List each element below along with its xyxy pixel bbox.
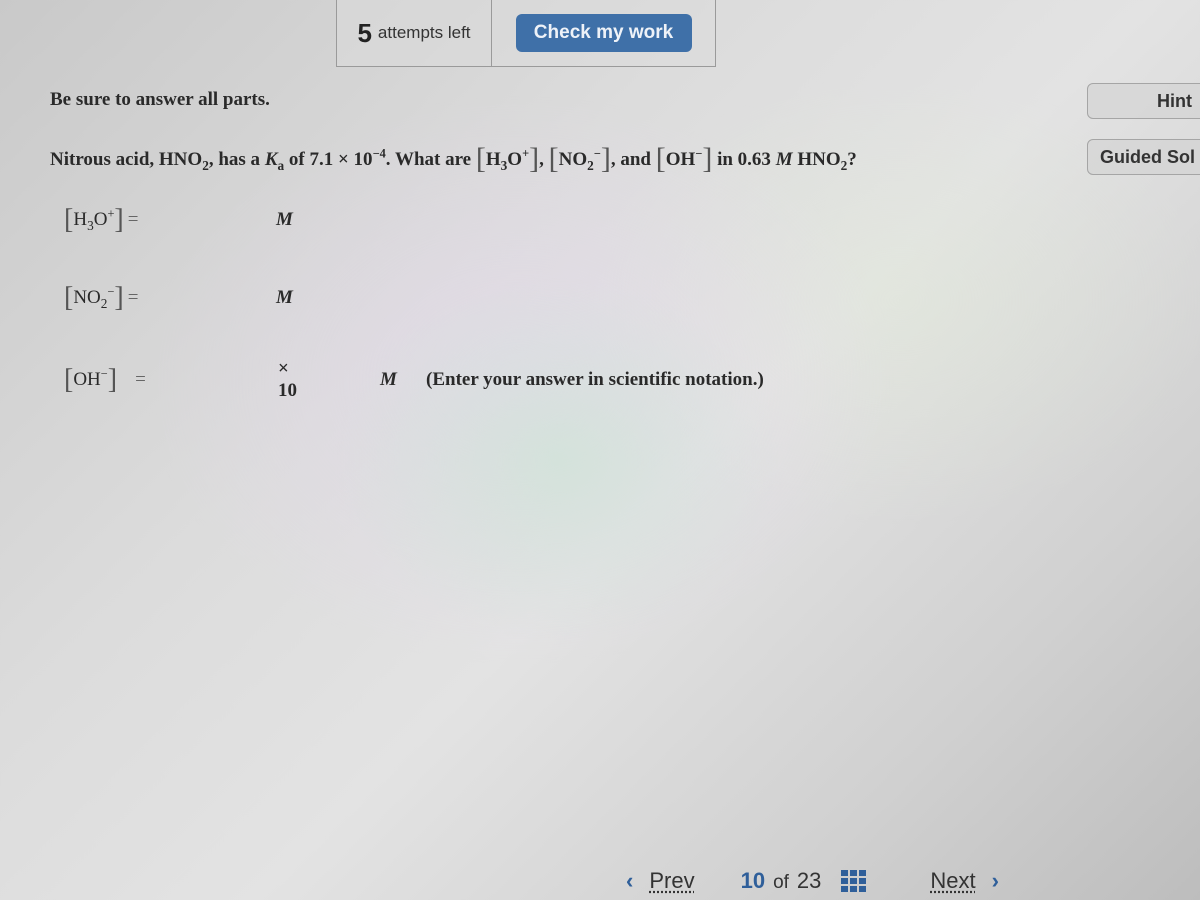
h3o-label: [H3O+] = bbox=[64, 204, 214, 236]
q-text: of 7.1 × 10 bbox=[284, 149, 373, 170]
q-text: . What are bbox=[385, 149, 476, 170]
attempts-label: attempts left bbox=[377, 23, 471, 42]
answer-row-no2: [NO2−] = M bbox=[64, 282, 320, 314]
chevron-right-icon: › bbox=[991, 868, 999, 893]
instructions: Be sure to answer all parts. bbox=[50, 89, 270, 110]
total-questions: 23 bbox=[796, 868, 822, 893]
bracket: [ bbox=[64, 282, 74, 313]
no2-answer-input[interactable] bbox=[224, 284, 320, 312]
q-exponent: −4 bbox=[372, 146, 386, 161]
bracket: [ bbox=[475, 142, 486, 175]
q-text: O bbox=[507, 149, 523, 170]
question-text: Nitrous acid, HNO2, has a Ka of 7.1 × 10… bbox=[50, 142, 857, 176]
oh-exponent-input[interactable] bbox=[320, 354, 370, 378]
attempts-counter: 5 attempts left bbox=[337, 0, 492, 66]
unit-molar: M bbox=[276, 209, 293, 230]
q-text: in 0.63 bbox=[712, 149, 776, 170]
attempts-count: 5 bbox=[357, 17, 372, 48]
bracket: ] bbox=[107, 364, 118, 395]
bracket: ] bbox=[529, 142, 540, 175]
current-question: 10 bbox=[740, 868, 766, 893]
hint-button[interactable]: Hint bbox=[1087, 83, 1200, 119]
q-text: NO bbox=[558, 149, 588, 170]
label-text: OH bbox=[73, 369, 101, 390]
prev-button[interactable]: ‹ Prev bbox=[626, 868, 695, 894]
bracket: [ bbox=[548, 142, 559, 175]
q-text: Nitrous acid, HNO bbox=[50, 149, 203, 170]
answer-row-h3o: [H3O+] = M bbox=[64, 204, 320, 236]
next-label[interactable]: Next bbox=[930, 868, 975, 894]
question-counter: 10 of 23 bbox=[741, 868, 822, 894]
q-text: , has a bbox=[208, 149, 265, 170]
q-sub: 2 bbox=[587, 157, 594, 173]
bracket: ] bbox=[600, 142, 611, 175]
of-label: of bbox=[773, 872, 789, 893]
check-my-work-button[interactable]: Check my work bbox=[515, 14, 692, 52]
q-sup: − bbox=[593, 146, 601, 161]
label-sup: − bbox=[100, 366, 108, 381]
equals-sign: = bbox=[135, 369, 146, 390]
label-text: O bbox=[93, 209, 108, 230]
q-text: , and bbox=[610, 149, 656, 170]
bracket: [ bbox=[655, 142, 666, 175]
q-text: , bbox=[539, 149, 549, 170]
bracket: [ bbox=[64, 364, 74, 395]
q-text: ? bbox=[847, 149, 857, 170]
q-sub: 2 bbox=[202, 157, 209, 173]
q-text: HNO bbox=[792, 149, 841, 170]
q-molar: M bbox=[775, 149, 793, 170]
bracket: ] bbox=[114, 282, 124, 313]
equals-sign: = bbox=[127, 287, 139, 308]
attempts-toolbar: 5 attempts left Check my work bbox=[336, 0, 716, 67]
bracket: ] bbox=[702, 142, 713, 175]
chevron-left-icon: ‹ bbox=[626, 868, 634, 893]
times-ten: × 10 bbox=[278, 358, 297, 401]
next-button[interactable]: Next › bbox=[930, 868, 999, 894]
oh-coefficient-input[interactable] bbox=[184, 366, 270, 394]
label-text: NO bbox=[73, 287, 101, 308]
equals-sign: = bbox=[127, 209, 139, 230]
no2-label: [NO2−] = bbox=[64, 282, 214, 314]
label-sub: 3 bbox=[87, 217, 94, 233]
guided-solution-button[interactable]: Guided Sol bbox=[1087, 139, 1200, 175]
q-ka: K bbox=[264, 149, 278, 170]
question-pager: ‹ Prev 10 of 23 Next › bbox=[626, 868, 999, 894]
q-text: OH bbox=[665, 149, 696, 170]
bracket: ] bbox=[114, 204, 124, 235]
q-text: H bbox=[485, 149, 501, 170]
grid-icon[interactable] bbox=[841, 870, 867, 892]
unit-molar: M bbox=[380, 369, 397, 390]
prev-label[interactable]: Prev bbox=[649, 868, 694, 894]
bracket: [ bbox=[64, 204, 74, 235]
scientific-notation-note: (Enter your answer in scientific notatio… bbox=[426, 369, 764, 390]
answer-row-oh: [OH−] = × 10 M (Enter your answer in scie… bbox=[64, 354, 764, 401]
h3o-answer-input[interactable] bbox=[224, 206, 320, 234]
label-text: H bbox=[73, 209, 88, 230]
unit-molar: M bbox=[276, 287, 293, 308]
